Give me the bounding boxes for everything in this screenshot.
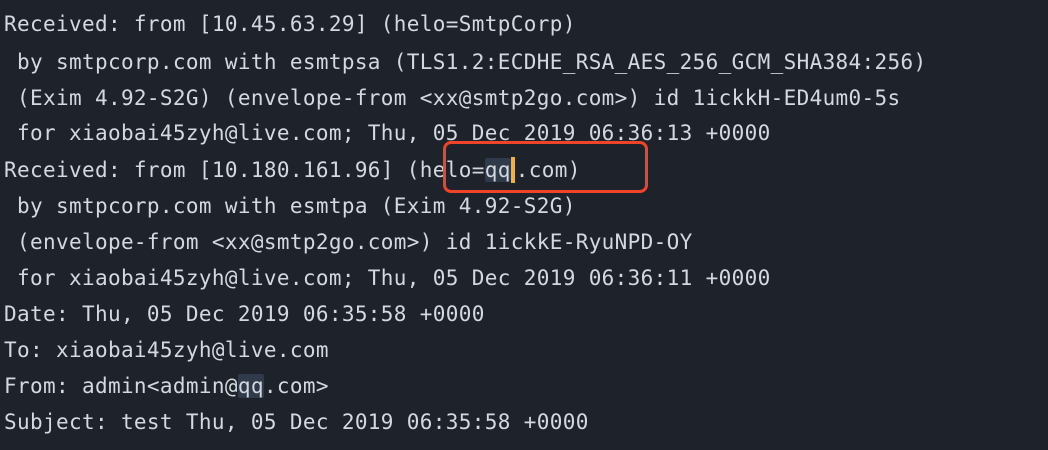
search-match-highlight: qq	[237, 374, 264, 398]
header-line-received-1: Received: from [10.45.63.29] (helo=SmtpC…	[4, 12, 576, 36]
from-suffix: .com>	[263, 374, 329, 398]
received-2-prefix: Received: from [10.180.161.96] (helo=	[4, 158, 485, 182]
header-line-envelope-from-2: (envelope-from <xx@smtp2go.com>) id 1ick…	[4, 230, 693, 254]
header-line-received-2: Received: from [10.180.161.96] (helo=qq.…	[4, 152, 581, 188]
header-line-exim-1: (Exim 4.92-S2G) (envelope-from <xx@smtp2…	[4, 86, 901, 110]
from-prefix: From: admin<admin@	[4, 374, 238, 398]
header-line-from: From: admin<admin@qq.com>	[4, 368, 329, 404]
terminal-window[interactable]: Received: from [10.45.63.29] (helo=SmtpC…	[0, 0, 1048, 450]
text-cursor	[510, 157, 515, 183]
received-2-suffix: .com)	[515, 158, 581, 182]
header-line-by-smtpcorp-2: by smtpcorp.com with esmtpa (Exim 4.92-S…	[4, 194, 576, 218]
search-match-highlight: qq	[484, 158, 511, 182]
header-line-by-smtpcorp-1: by smtpcorp.com with esmtpsa (TLS1.2:ECD…	[4, 50, 927, 74]
header-line-date: Date: Thu, 05 Dec 2019 06:35:58 +0000	[4, 302, 485, 326]
header-line-to: To: xiaobai45zyh@live.com	[4, 338, 329, 362]
header-line-for-2: for xiaobai45zyh@live.com; Thu, 05 Dec 2…	[4, 266, 771, 290]
header-line-for-1: for xiaobai45zyh@live.com; Thu, 05 Dec 2…	[4, 121, 771, 145]
header-line-subject: Subject: test Thu, 05 Dec 2019 06:35:58 …	[4, 410, 589, 434]
